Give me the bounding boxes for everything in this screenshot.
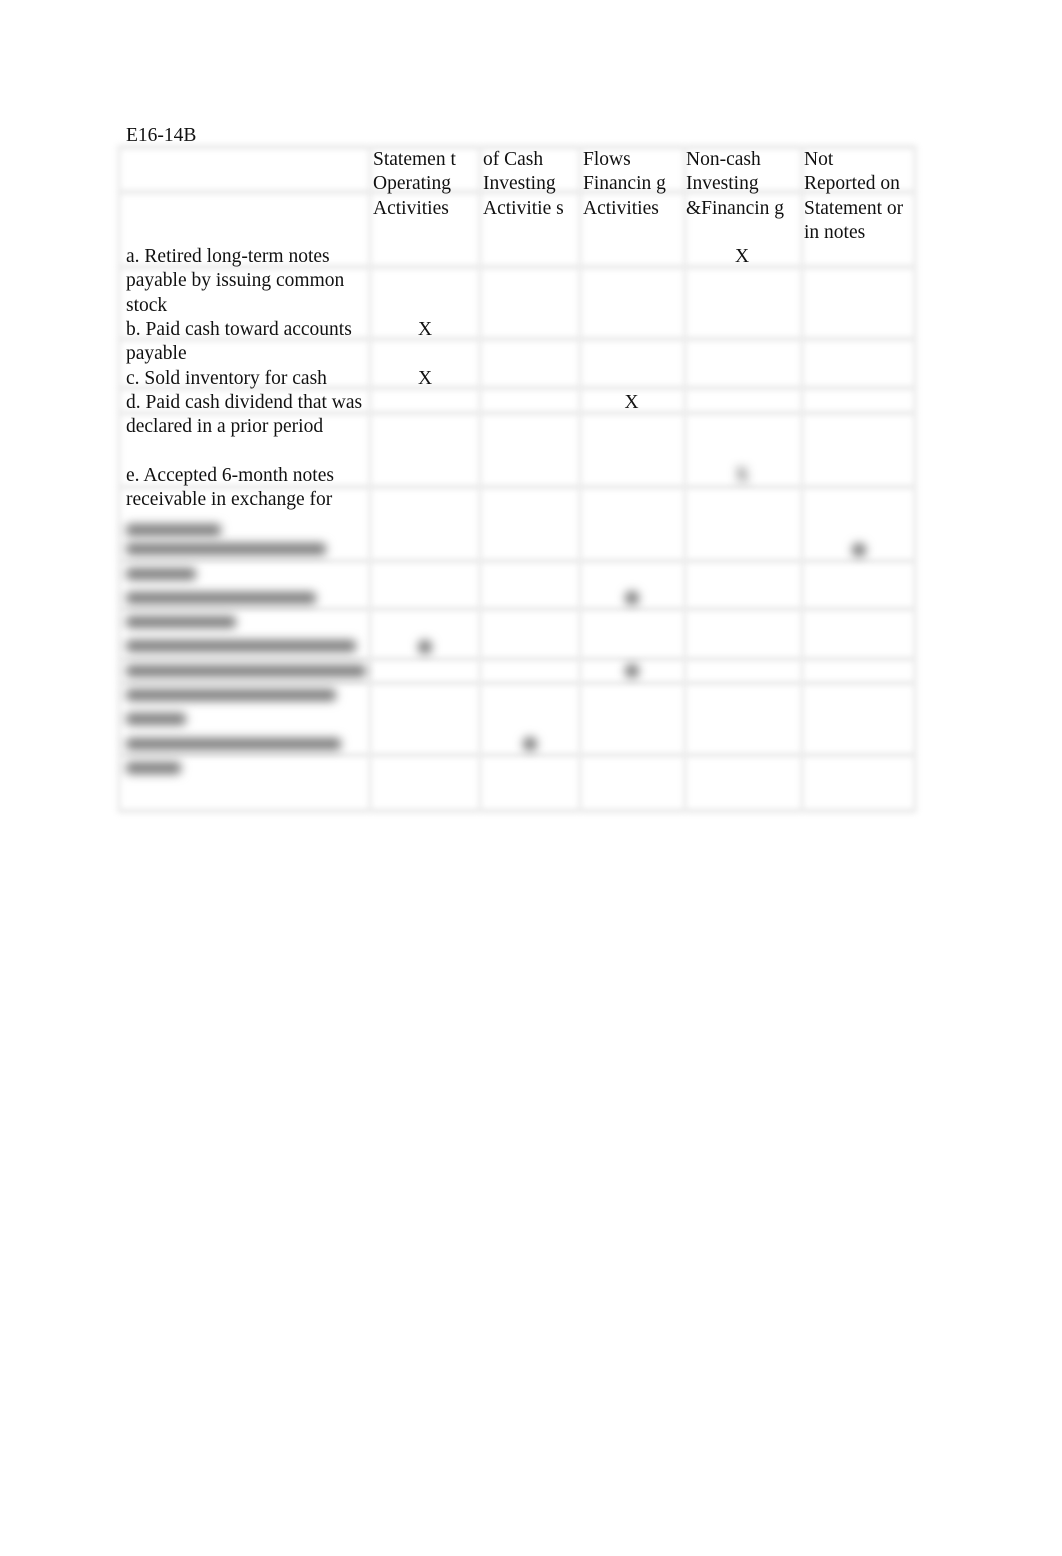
check-mark: X: [734, 464, 750, 486]
transaction-label: [117, 731, 370, 780]
classification-cell: [683, 585, 801, 634]
classification-cell: [801, 318, 917, 367]
classification-cell: [580, 731, 683, 780]
header-row-2: Operating Activities Investing Activitie…: [117, 172, 917, 245]
classification-cell: [370, 537, 480, 586]
classification-cell: [370, 731, 480, 780]
header-cell: Investing Activitie s: [483, 173, 564, 219]
cash-flow-classification-table: Statemen t of Cash Flows Non-cash Not Op…: [117, 148, 917, 780]
classification-cell: [801, 731, 917, 780]
check-mark: [624, 591, 639, 606]
transaction-label: c. Sold inventory for cash: [126, 367, 327, 389]
header-cell: Non-cash: [686, 149, 761, 170]
transaction-label: d. Paid cash dividend that was declared …: [126, 391, 363, 438]
table-row-blurred: [117, 658, 917, 731]
classification-cell: [580, 245, 683, 318]
header-cell: Investing &Financin g: [686, 173, 785, 219]
table-body: a. Retired long-term notes payable by is…: [117, 245, 917, 780]
classification-cell: [480, 391, 580, 464]
classification-cell: [480, 585, 580, 634]
classification-cell: [683, 731, 801, 780]
classification-cell: [683, 537, 801, 586]
transaction-label: a. Retired long-term notes payable by is…: [126, 246, 345, 316]
classification-cell: [801, 464, 917, 537]
classification-cell: [683, 318, 801, 367]
classification-cell: X: [683, 464, 801, 537]
classification-cell: [480, 634, 580, 658]
classification-cell: [480, 537, 580, 586]
header-cell: Financin g Activities: [583, 173, 666, 219]
classification-cell: [370, 634, 480, 658]
classification-cell: [580, 464, 683, 537]
classification-cell: [580, 658, 683, 731]
classification-cell: [370, 391, 480, 464]
classification-cell: [480, 731, 580, 780]
header-cell: of Cash: [483, 149, 544, 170]
table-row: e. Accepted 6-month notes receivable in …: [117, 464, 917, 537]
classification-cell: [801, 537, 917, 586]
table-row-blurred: [117, 634, 917, 658]
header-cell: Flows: [583, 149, 631, 170]
classification-cell: X: [417, 367, 433, 389]
header-cell: Reported on Statement or in notes: [804, 173, 904, 243]
transaction-label: [117, 585, 370, 634]
table-row-blurred: [117, 585, 917, 634]
table-row: a. Retired long-term notes payable by is…: [117, 245, 917, 318]
classification-cell: [370, 245, 480, 318]
classification-cell: [480, 318, 580, 367]
classification-cell: [480, 245, 580, 318]
classification-cell: X: [417, 319, 433, 341]
header-cell: [117, 148, 370, 172]
classification-cell: [801, 585, 917, 634]
classification-cell: [801, 658, 917, 731]
transaction-label: [117, 634, 370, 658]
check-mark: [852, 542, 866, 557]
classification-cell: [480, 658, 580, 731]
classification-cell: [370, 464, 480, 537]
classification-cell: [801, 634, 917, 658]
classification-cell: [580, 318, 683, 367]
table-row-blurred: [117, 537, 917, 586]
exercise-title: E16-14B: [126, 125, 197, 146]
classification-cell: [801, 367, 917, 391]
transaction-label: [117, 537, 370, 586]
table-row: d. Paid cash dividend that was declared …: [117, 391, 917, 464]
classification-cell: [480, 464, 580, 537]
classification-cell: X: [624, 391, 639, 413]
header-cell: Operating Activities: [373, 173, 451, 219]
classification-cell: [580, 634, 683, 658]
classification-cell: [683, 391, 801, 464]
header-cell: [117, 172, 370, 245]
table-row: b. Paid cash toward accounts payable X: [117, 318, 917, 367]
header-row-1: Statemen t of Cash Flows Non-cash Not: [117, 148, 917, 172]
classification-cell: [683, 658, 801, 731]
header-cell: Not: [804, 149, 834, 170]
table-row-blurred: [117, 731, 917, 780]
check-mark: [418, 639, 432, 654]
check-mark: [523, 737, 537, 752]
transaction-label: [117, 658, 370, 731]
classification-cell: [580, 367, 683, 391]
check-mark: [624, 664, 639, 679]
classification-cell: [683, 634, 801, 658]
classification-cell: [580, 537, 683, 586]
header-cell: Statemen t: [373, 149, 456, 170]
classification-cell: [801, 391, 917, 464]
table-row: c. Sold inventory for cash X: [117, 367, 917, 391]
classification-cell: [480, 367, 580, 391]
classification-cell: [370, 658, 480, 731]
transaction-label: b. Paid cash toward accounts payable: [126, 319, 352, 365]
classification-cell: [801, 245, 917, 318]
classification-cell: X: [734, 246, 750, 268]
classification-cell: [580, 585, 683, 634]
classification-cell: [370, 585, 480, 634]
classification-cell: [683, 367, 801, 391]
